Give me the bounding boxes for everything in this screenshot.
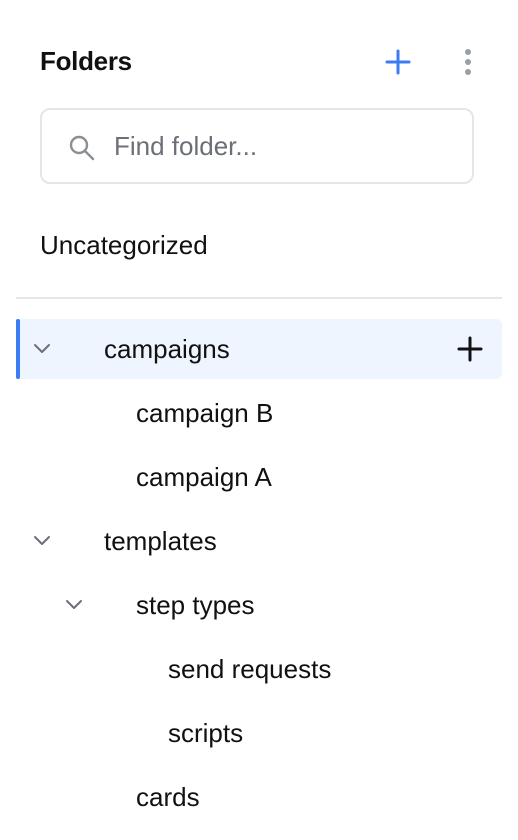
tree-item-label: templates bbox=[104, 526, 217, 556]
add-subfolder-button[interactable] bbox=[454, 333, 486, 365]
panel-title: Folders bbox=[40, 46, 132, 76]
plus-icon bbox=[457, 336, 483, 362]
folders-header: Folders bbox=[40, 40, 478, 84]
tree-item-campaign-a[interactable]: campaign A bbox=[16, 447, 502, 507]
kebab-icon bbox=[465, 49, 471, 75]
more-options-button[interactable] bbox=[452, 46, 484, 78]
tree-item-campaigns[interactable]: campaigns bbox=[16, 319, 502, 379]
tree-item-cards[interactable]: cards bbox=[16, 767, 502, 827]
tree-item-label: campaign B bbox=[136, 398, 274, 428]
tree-item-label: campaigns bbox=[104, 334, 230, 364]
tree-item-scripts[interactable]: scripts bbox=[16, 703, 502, 763]
tree-item-step-types[interactable]: step types bbox=[16, 575, 502, 635]
search-input[interactable] bbox=[114, 124, 454, 168]
tree-item-label: scripts bbox=[168, 718, 244, 748]
tree-item-campaign-b[interactable]: campaign B bbox=[16, 383, 502, 443]
chevron-down-icon[interactable] bbox=[32, 341, 52, 355]
tree-item-label: step types bbox=[136, 590, 255, 620]
divider bbox=[16, 297, 502, 299]
folders-panel: Folders Uncategorized campaigns bbox=[0, 0, 518, 840]
tree-item-send-requests[interactable]: send requests bbox=[16, 639, 502, 699]
chevron-down-icon[interactable] bbox=[64, 597, 84, 611]
search-icon bbox=[69, 135, 95, 161]
add-folder-button[interactable] bbox=[382, 46, 414, 78]
tree-item-label: cards bbox=[136, 782, 200, 812]
plus-icon bbox=[385, 49, 411, 75]
uncategorized-item[interactable]: Uncategorized bbox=[40, 230, 208, 261]
tree-item-label: send requests bbox=[168, 654, 332, 684]
folder-search bbox=[40, 108, 474, 184]
chevron-down-icon[interactable] bbox=[32, 533, 52, 547]
tree-item-templates[interactable]: templates bbox=[16, 511, 502, 571]
tree-item-label: campaign A bbox=[136, 462, 272, 492]
